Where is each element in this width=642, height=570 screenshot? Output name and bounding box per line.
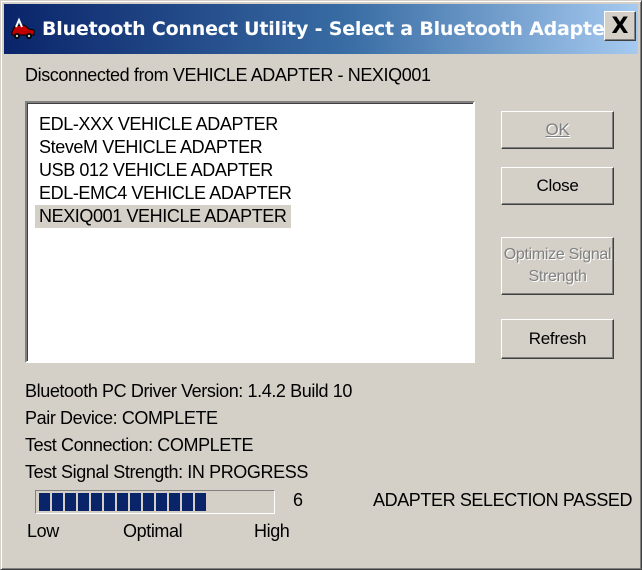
connection-status-text: Disconnected from VEHICLE ADAPTER - NEXI…	[25, 65, 431, 85]
close-icon: X	[611, 13, 629, 39]
window-title: Bluetooth Connect Utility - Select a Blu…	[42, 18, 614, 40]
dialog-window: Bluetooth Connect Utility - Select a Blu…	[0, 0, 642, 570]
refresh-button-label: Refresh	[528, 329, 587, 348]
close-button[interactable]: Close	[501, 167, 614, 205]
signal-optimal-label: Optimal	[123, 521, 183, 541]
ok-button[interactable]: OK	[501, 111, 614, 149]
signal-segment	[117, 493, 128, 511]
signal-low-label: Low	[27, 521, 59, 541]
optimize-signal-button[interactable]: Optimize Signal Strength	[501, 237, 614, 295]
list-item-selected[interactable]: NEXIQ001 VEHICLE ADAPTER	[35, 205, 291, 228]
list-item[interactable]: EDL-EMC4 VEHICLE ADAPTER	[35, 182, 295, 205]
signal-high-label: High	[254, 521, 290, 541]
signal-strength-value: 6	[293, 490, 303, 510]
bluetooth-car-icon	[11, 17, 35, 39]
list-item[interactable]: USB 012 VEHICLE ADAPTER	[35, 159, 277, 182]
signal-strength-bar	[35, 490, 275, 514]
signal-segment	[39, 493, 50, 511]
signal-segment	[182, 493, 193, 511]
list-item[interactable]: SteveM VEHICLE ADAPTER	[35, 136, 266, 159]
signal-segment	[195, 493, 206, 511]
pair-device-status: Pair Device: COMPLETE	[25, 408, 218, 428]
signal-segment	[169, 493, 180, 511]
driver-version-text: Bluetooth PC Driver Version: 1.4.2 Build…	[25, 381, 352, 401]
signal-segment	[130, 493, 141, 511]
list-item[interactable]: EDL-XXX VEHICLE ADAPTER	[35, 113, 282, 136]
signal-segment	[104, 493, 115, 511]
refresh-button[interactable]: Refresh	[501, 319, 614, 359]
signal-segment	[91, 493, 102, 511]
signal-segment	[143, 493, 154, 511]
title-bar[interactable]: Bluetooth Connect Utility - Select a Blu…	[4, 4, 638, 54]
test-signal-status: Test Signal Strength: IN PROGRESS	[25, 462, 308, 482]
close-button-label: Close	[536, 176, 579, 195]
ok-button-label: OK	[545, 120, 570, 139]
signal-segment	[78, 493, 89, 511]
signal-segment	[156, 493, 167, 511]
signal-segment	[52, 493, 63, 511]
optimize-label-line2: Strength	[528, 268, 587, 285]
adapter-listbox[interactable]: EDL-XXX VEHICLE ADAPTER SteveM VEHICLE A…	[25, 101, 475, 363]
signal-segment	[65, 493, 76, 511]
optimize-label-line1: Optimize Signal	[503, 246, 612, 263]
selection-result-text: ADAPTER SELECTION PASSED	[373, 490, 633, 510]
close-window-button[interactable]: X	[604, 11, 636, 41]
test-connection-status: Test Connection: COMPLETE	[25, 435, 254, 455]
